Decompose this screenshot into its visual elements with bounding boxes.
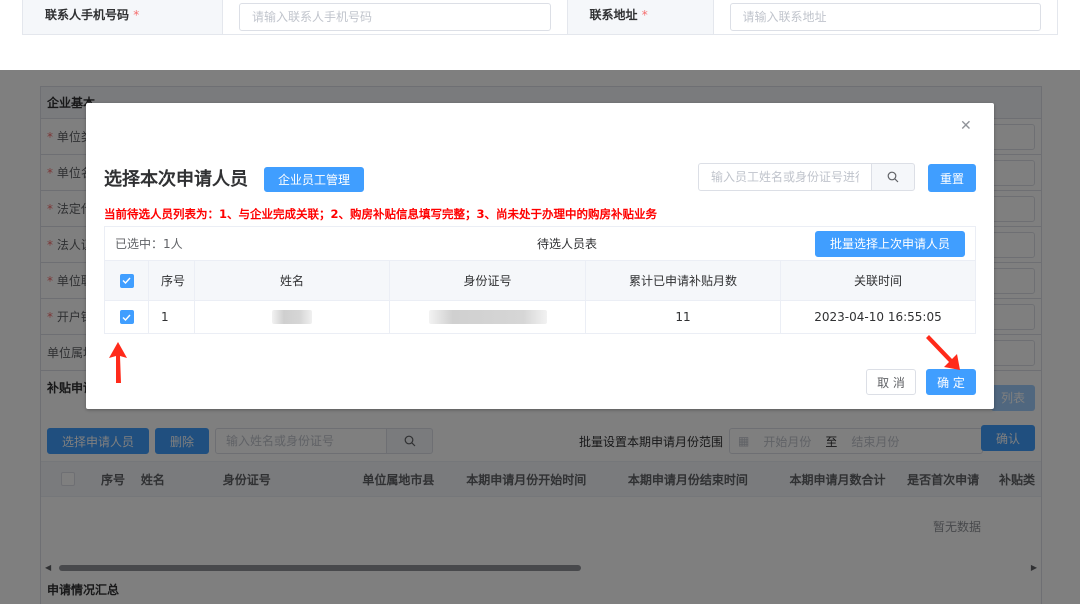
table-header-row: 序号 姓名 身份证号 累计已申请补贴月数 关联时间 — [105, 261, 975, 301]
annotation-arrow-down-right-icon — [926, 335, 960, 370]
cell-name — [195, 301, 390, 333]
search-icon[interactable] — [871, 163, 915, 191]
close-icon[interactable]: ✕ — [960, 119, 974, 133]
cell-no: 1 — [149, 301, 195, 333]
select-applicant-dialog: ✕ 选择本次申请人员 企业员工管理 重置 当前待选人员列表为：1、与企业完成关联… — [86, 103, 994, 409]
address-field-wrap — [714, 0, 1058, 34]
th-months: 累计已申请补贴月数 — [586, 261, 781, 300]
redacted-name — [272, 310, 312, 324]
top-form-strip: 联系人手机号码 * 联系地址 * — [0, 0, 1080, 38]
annotation-arrow-up-icon — [109, 342, 127, 383]
table-title: 待选人员表 — [536, 237, 597, 251]
dialog-title: 选择本次申请人员 — [104, 169, 248, 190]
batch-select-last-button[interactable]: 批量选择上次申请人员 — [814, 230, 965, 257]
row-checkbox-cell — [105, 301, 149, 333]
employee-management-button[interactable]: 企业员工管理 — [264, 167, 365, 192]
notice-text: 当前待选人员列表为：1、与企业完成关联；2、购房补贴信息填写完整；3、尚未处于办… — [104, 207, 657, 221]
th-no: 序号 — [149, 261, 195, 300]
cancel-button[interactable]: 取 消 — [866, 369, 916, 395]
phone-label: 联系人手机号码 * — [23, 0, 223, 34]
cell-time: 2023-04-10 16:55:05 — [814, 310, 942, 324]
ok-button[interactable]: 确 定 — [926, 369, 976, 395]
th-time: 关联时间 — [853, 274, 902, 288]
reset-button[interactable]: 重置 — [928, 164, 976, 192]
cell-months: 11 — [586, 301, 781, 333]
redacted-id — [428, 310, 547, 324]
address-input[interactable] — [729, 3, 1041, 31]
employee-search-input[interactable] — [698, 163, 872, 191]
th-id: 身份证号 — [390, 261, 586, 300]
th-name: 姓名 — [195, 261, 390, 300]
row-checkbox[interactable] — [119, 310, 134, 324]
select-all-checkbox[interactable] — [119, 273, 134, 288]
phone-field-wrap — [223, 0, 568, 34]
header-checkbox-cell — [105, 261, 149, 300]
table-row[interactable]: 1 11 2023-04-10 16:55:05 — [105, 301, 975, 333]
candidate-table: 已选中：1人 待选人员表 批量选择上次申请人员 序号 姓名 身份证号 累计已申请… — [104, 226, 976, 334]
cell-id — [390, 301, 586, 333]
contact-row: 联系人手机号码 * 联系地址 * — [22, 0, 1058, 35]
phone-input[interactable] — [239, 3, 551, 31]
table-toolbar: 已选中：1人 待选人员表 批量选择上次申请人员 — [105, 227, 975, 261]
address-label: 联系地址 * — [567, 0, 714, 34]
selected-count: 已选中：1人 — [115, 237, 183, 251]
